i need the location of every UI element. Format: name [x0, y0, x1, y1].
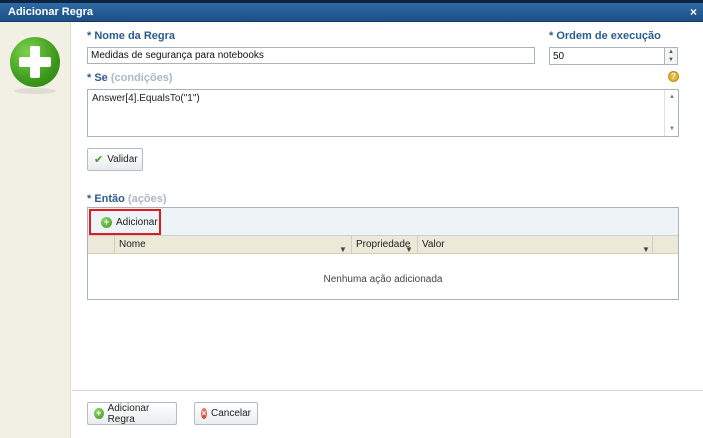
actions-grid: + Adicionar Nome ▼ Propriedade ▼ Valor ▼… — [87, 207, 679, 300]
actions-label-suffix: (ações) — [127, 193, 167, 205]
conditions-scrollbar[interactable]: ▲ ▼ — [664, 90, 678, 136]
conditions-label: * Se (condições) — [87, 72, 173, 84]
cancel-icon: × — [201, 408, 207, 419]
checkmark-icon: ✔ — [94, 154, 104, 166]
stepper-up-icon[interactable]: ▲ — [665, 48, 677, 56]
close-icon[interactable]: × — [690, 5, 697, 19]
empty-actions-message: Nenhuma ação adicionada — [323, 274, 443, 285]
validate-button-label: Validar — [107, 154, 138, 165]
grid-header-spacer — [88, 236, 115, 254]
column-header-value[interactable]: Valor ▼ — [418, 236, 653, 254]
filter-icon[interactable]: ▼ — [339, 241, 347, 259]
column-header-value-label: Valor — [422, 239, 445, 250]
column-header-property-label: Propriedade — [356, 239, 411, 250]
rule-name-label: * Nome da Regra — [87, 30, 176, 42]
stepper-down-icon[interactable]: ▼ — [665, 56, 677, 64]
scroll-down-icon[interactable]: ▼ — [665, 124, 679, 134]
actions-label: * Então (ações) — [87, 193, 167, 205]
cancel-button[interactable]: × Cancelar — [194, 402, 258, 425]
column-header-property[interactable]: Propriedade ▼ — [352, 236, 418, 254]
conditions-label-prefix: * Se — [87, 72, 108, 84]
rule-name-input[interactable] — [87, 47, 535, 64]
actions-label-prefix: * Então — [87, 193, 125, 205]
column-header-name-label: Nome — [119, 239, 146, 250]
dialog-titlebar[interactable]: Adicionar Regra × — [0, 3, 703, 22]
conditions-textarea[interactable]: Answer[4].EqualsTo("1") — [87, 89, 679, 137]
add-rule-icon — [10, 37, 60, 87]
dialog-title: Adicionar Regra — [8, 6, 93, 18]
add-rule-button-label: Adicionar Regra — [107, 402, 150, 425]
help-icon[interactable]: ? — [668, 71, 679, 82]
add-rule-button[interactable]: + Adicionar Regra — [87, 402, 177, 425]
actions-toolbar: + Adicionar — [88, 208, 678, 236]
add-circle-icon: + — [94, 408, 104, 419]
execution-order-input[interactable] — [549, 47, 665, 65]
execution-order-stepper[interactable]: ▲ ▼ — [664, 47, 678, 65]
dialog-left-pane — [0, 22, 71, 438]
conditions-label-suffix: (condições) — [110, 72, 173, 84]
add-action-label: Adicionar — [116, 216, 158, 228]
actions-grid-header: Nome ▼ Propriedade ▼ Valor ▼ — [88, 236, 678, 254]
execution-order-label: * Ordem de execução — [549, 30, 661, 42]
filter-icon[interactable]: ▼ — [405, 241, 413, 259]
validate-button[interactable]: ✔ Validar — [87, 148, 143, 171]
add-action-button[interactable]: + Adicionar — [89, 209, 161, 235]
filter-icon[interactable]: ▼ — [642, 241, 650, 259]
add-circle-icon: + — [101, 216, 112, 228]
scroll-up-icon[interactable]: ▲ — [665, 92, 679, 102]
column-header-name[interactable]: Nome ▼ — [115, 236, 352, 254]
cancel-button-label: Cancelar — [210, 408, 251, 419]
icon-shadow — [14, 88, 56, 94]
